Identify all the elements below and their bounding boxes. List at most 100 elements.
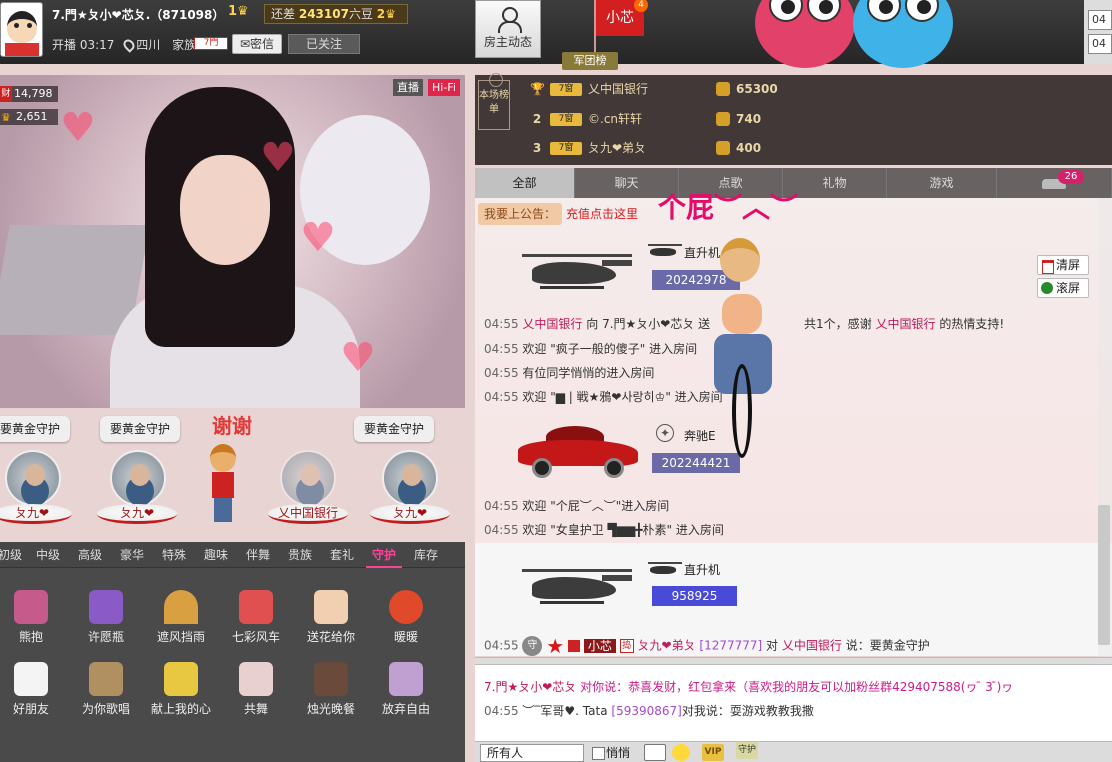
gift-item[interactable]: 放弃自由	[369, 662, 443, 717]
flag-count: 4	[634, 0, 648, 12]
tab-count-badge: 26	[1058, 170, 1084, 184]
recharge-link[interactable]: 充值点击这里	[566, 203, 638, 225]
live-video[interactable]: ♥ ♥ ♥ ♥	[0, 75, 465, 408]
gift-tab-active[interactable]: 守护	[366, 542, 402, 568]
guard-avatar[interactable]	[110, 450, 166, 506]
gift-item[interactable]: 暖暖	[369, 590, 443, 645]
guard-emoji-icon[interactable]: 守护	[736, 742, 758, 759]
gift-tab[interactable]: 趣味	[198, 542, 234, 568]
helicopter-gift-image	[522, 555, 632, 613]
gift-freedom-icon	[389, 662, 423, 696]
guard-nameplate: ㄆ九❤	[97, 504, 177, 524]
mercedes-logo-icon: ✦	[656, 424, 674, 442]
rank-row[interactable]: 3 7窗 ㄆ九❤弟ㄆ 400	[530, 137, 1090, 159]
mercedes-car-gift-image	[518, 424, 638, 478]
anchor-info-line: 开播 03:17 四川 家族	[52, 36, 196, 53]
family-badge[interactable]: 7門	[194, 37, 228, 50]
gift-tab[interactable]: 高级	[72, 542, 108, 568]
top-right-field-1[interactable]: 04	[1088, 10, 1112, 30]
star-badge-icon: ★	[546, 634, 565, 658]
rank-icon: 捣	[619, 639, 634, 653]
user-icon	[497, 7, 522, 33]
coin-icon	[716, 82, 730, 96]
helicopter-icon	[648, 560, 682, 578]
legion-rank-button[interactable]: 军团榜	[562, 52, 618, 70]
gift-item[interactable]: 七彩风车	[219, 590, 293, 645]
guard-shield-icon: 守	[522, 636, 543, 656]
gift-item[interactable]: 遮风挡雨	[144, 590, 218, 645]
gift-name: 直升机	[684, 563, 721, 577]
top-right-field-2[interactable]: 04	[1088, 34, 1112, 54]
host-feed-button[interactable]: 房主动态	[475, 0, 541, 58]
emoji-icon[interactable]	[672, 744, 690, 761]
audience-select[interactable]: 所有人	[480, 744, 584, 762]
gift-item[interactable]: 许愿瓶	[69, 590, 143, 645]
gift-guitar-icon	[89, 662, 123, 696]
helicopter-gift-image	[522, 240, 632, 298]
gift-tab[interactable]: 初级	[0, 542, 26, 568]
gift-item[interactable]: 好朋友	[0, 662, 68, 717]
gift-umbrella-icon	[164, 590, 198, 624]
decorative-birds-banner	[755, 0, 970, 68]
chat-scrollbar[interactable]	[1098, 505, 1110, 645]
guard-nameplate: ㄆ九❤	[370, 504, 450, 524]
gift-tab[interactable]: 特殊	[156, 542, 192, 568]
gift-tab[interactable]: 贵族	[282, 542, 318, 568]
tab-games[interactable]: 游戏	[887, 168, 997, 198]
gift-tab[interactable]: 豪华	[114, 542, 150, 568]
gift-item[interactable]: 为你歌唱	[69, 662, 143, 717]
rank-row[interactable]: 2 7窗 ©.cn轩轩 740	[530, 108, 1090, 130]
whisper-checkbox[interactable]: 悄悄	[592, 745, 630, 761]
gift-warm-icon	[389, 590, 423, 624]
chat-resize-divider[interactable]	[475, 657, 1112, 665]
gift-item[interactable]: 共舞	[219, 662, 293, 717]
fans-stat: ♛ 2,651	[0, 109, 58, 125]
chat-target-link[interactable]: 乂中国银行	[782, 639, 842, 653]
cartoon-guard-figure[interactable]	[206, 444, 240, 524]
chat-line: 04:55 有位同学悄悄的进入房间	[484, 366, 655, 380]
next-level-badge: 2♛	[376, 7, 396, 21]
guard-nameplate: ㄆ九❤	[0, 504, 72, 524]
gift-tab[interactable]: 伴舞	[240, 542, 276, 568]
gift-tab[interactable]: 套礼	[324, 542, 360, 568]
gift-item[interactable]: 烛光晚餐	[294, 662, 368, 717]
gift-number: 958925	[652, 586, 737, 606]
gift-wishbottle-icon	[89, 590, 123, 624]
guard-avatar[interactable]	[280, 450, 336, 506]
gap-prefix: 还差	[271, 7, 296, 21]
top-right-panel: 04 04	[1084, 0, 1112, 64]
anchor-avatar[interactable]	[0, 2, 43, 57]
gift-tab[interactable]: 库存	[408, 542, 444, 568]
vip-emoji-icon[interactable]: VIP	[702, 744, 724, 761]
rank-row[interactable]: 🏆 7窗 乂中国银行 65300	[530, 78, 1090, 100]
guard-bubble: 要黄金守护	[100, 416, 181, 442]
scroll-screen-button[interactable]: 滚屏	[1037, 278, 1089, 298]
gift-pinwheel-icon	[239, 590, 273, 624]
gift-item[interactable]: 送花给你	[294, 590, 368, 645]
tab-all[interactable]: 全部	[475, 168, 575, 198]
private-message-button[interactable]: ✉密信	[232, 34, 282, 54]
guard-avatar[interactable]	[5, 450, 61, 506]
guard-bubble: 要黄金守护	[354, 416, 435, 442]
chat-user-link[interactable]: ㄆ九❤弟ㄆ	[638, 639, 696, 653]
anchor-name: 7.門★ㄆ小❤芯ㄆ.（871098）	[52, 8, 225, 22]
clear-screen-button[interactable]: 清屏	[1037, 255, 1089, 275]
gift-tab[interactable]: 中级	[30, 542, 66, 568]
chat-line: 04:55 欢迎 "疯子一般的傻子" 进入房间	[484, 342, 698, 356]
chat-user-id[interactable]: [1277777]	[699, 639, 762, 653]
guard-avatar[interactable]	[382, 450, 438, 506]
image-icon[interactable]	[644, 744, 666, 761]
family-label: 家族	[172, 38, 197, 52]
tab-gifts[interactable]: 礼物	[783, 168, 887, 198]
team-flag[interactable]: 小芯 4	[590, 0, 648, 52]
follow-button[interactable]: 已关注	[288, 34, 360, 54]
tab-cars[interactable]	[997, 168, 1112, 198]
gift-item[interactable]: 熊抱	[0, 590, 68, 645]
helicopter-icon	[648, 242, 682, 260]
live-tag: 直播	[393, 79, 423, 96]
announce-button[interactable]: 我要上公告：	[478, 203, 563, 225]
chat-line: 04:55 欢迎 "个屁︶︿︶"进入房间	[484, 499, 670, 513]
floating-username: 个屁︶︿︶	[658, 191, 799, 224]
gift-item[interactable]: 献上我的心	[144, 662, 218, 717]
location-text: 四川	[136, 38, 161, 52]
